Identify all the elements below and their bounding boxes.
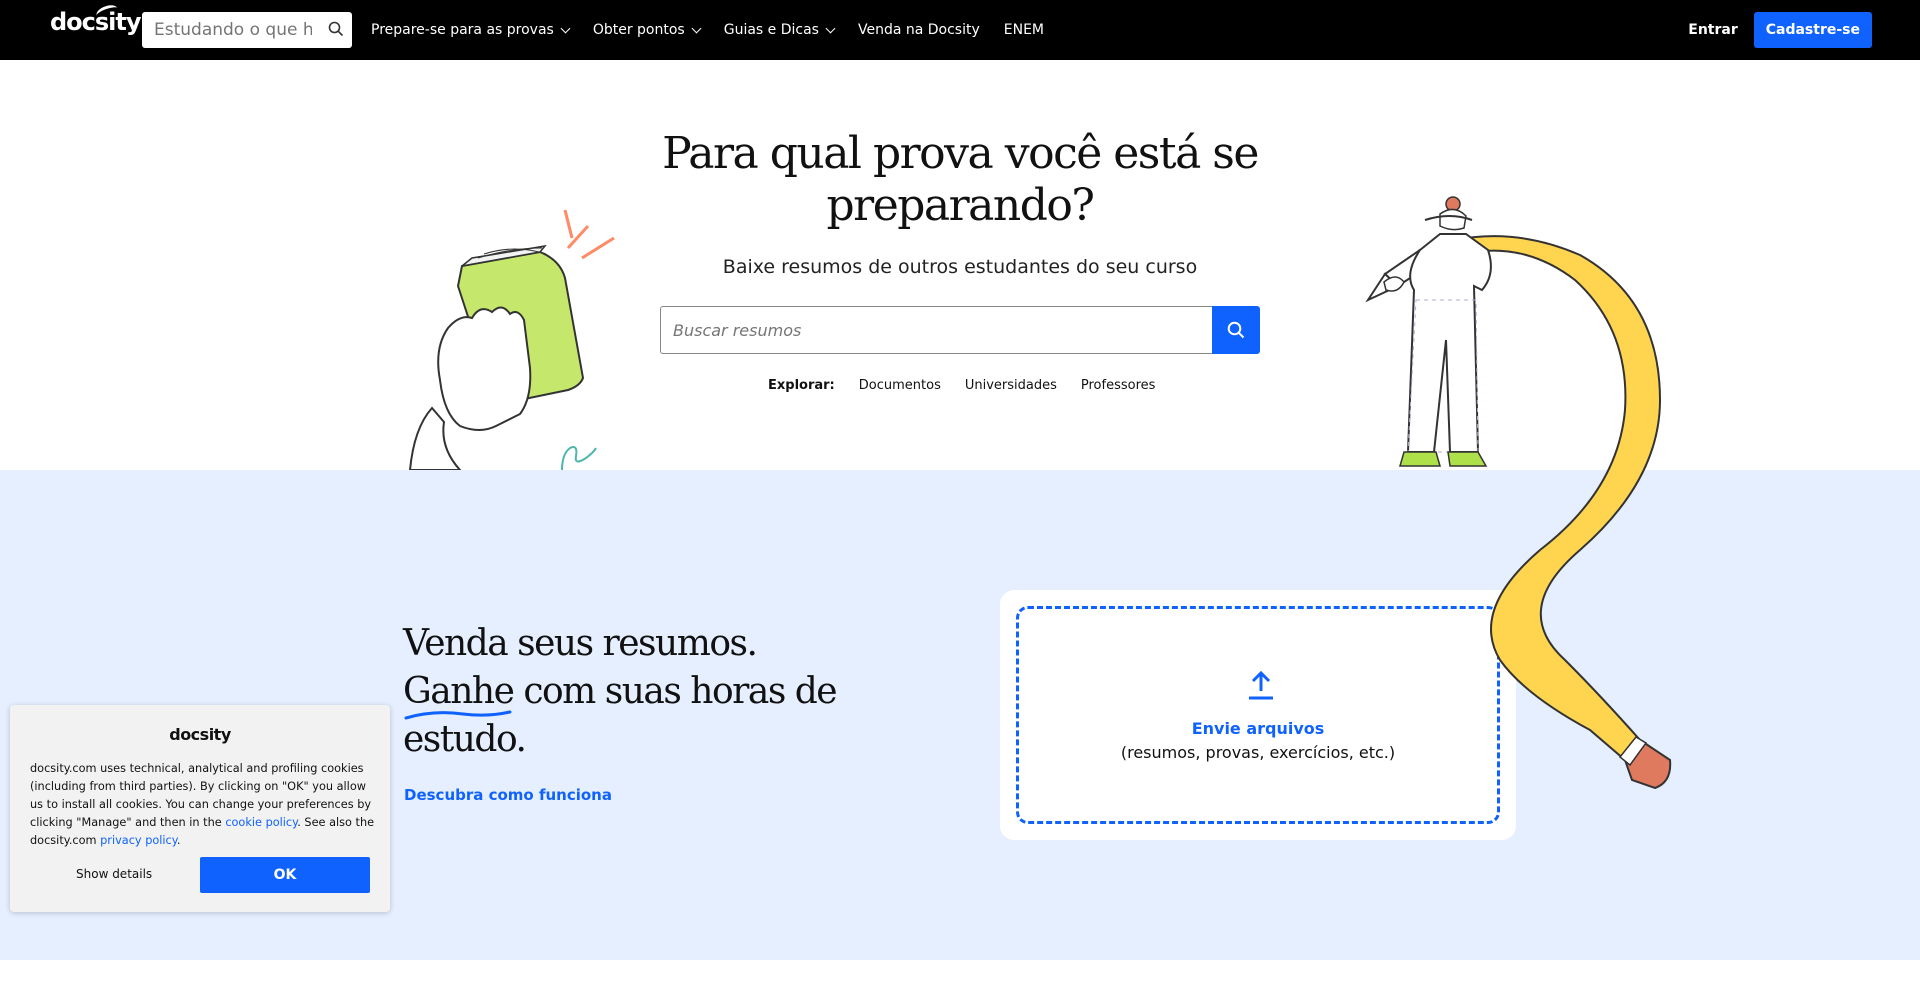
signup-button[interactable]: Cadastre-se [1753, 12, 1872, 48]
nav-search-box [142, 12, 352, 48]
nav-item-label: ENEM [1003, 22, 1045, 38]
hero-title-line2: preparando? [826, 180, 1096, 231]
hero-title-line1: Para qual prova você está se [662, 128, 1259, 179]
person-pencil-illustration [1365, 196, 1672, 790]
how-it-works-link[interactable]: Descubra como funciona [404, 786, 612, 804]
hero-search-input[interactable] [660, 306, 1212, 354]
explore-links: Explorar: Documentos Universidades Profe… [768, 378, 1179, 393]
search-icon [1227, 321, 1245, 339]
nav-item-label: Venda na Docsity [857, 22, 980, 38]
sell-title-line2-rest: com suas horas de [513, 671, 837, 712]
sell-title-line1: Venda seus resumos. [403, 623, 758, 664]
cookie-banner: docsity docsity.com uses technical, anal… [10, 705, 390, 912]
nav-item-label: Obter pontos [592, 22, 685, 38]
cookie-show-details[interactable]: Show details [76, 867, 152, 881]
nav-item-enem[interactable]: ENEM [1004, 22, 1044, 38]
explore-link-documents[interactable]: Documentos [859, 378, 941, 393]
nav-menu: Prepare-se para as provas Obter pontos G… [371, 0, 1068, 60]
nav-search-input[interactable] [142, 13, 312, 47]
hero-search-box [660, 306, 1260, 354]
cookie-text: docsity.com uses technical, analytical a… [30, 760, 375, 850]
nav-auth: Entrar Cadastre-se [1688, 12, 1872, 48]
privacy-policy-link[interactable]: privacy policy [100, 834, 177, 847]
chevron-down-icon [825, 23, 836, 33]
cookie-text-end: . [176, 834, 181, 847]
hero-search-button[interactable] [1212, 306, 1260, 354]
underline-stroke-icon [404, 710, 512, 720]
explore-link-professors[interactable]: Professores [1081, 378, 1156, 393]
hero-title: Para qual prova você está se preparando? [660, 128, 1260, 232]
sell-title-highlight: Ganhe [403, 671, 515, 712]
cookie-logo: docsity [169, 725, 231, 744]
cookie-ok-button[interactable]: OK [200, 857, 370, 893]
docsity-logo[interactable]: docsity [50, 8, 142, 36]
chevron-down-icon [560, 23, 571, 33]
upload-arrow-icon [1249, 670, 1273, 700]
nav-item-guides[interactable]: Guias e Dicas [723, 22, 836, 38]
explore-link-universities[interactable]: Universidades [965, 378, 1057, 393]
login-link[interactable]: Entrar [1688, 22, 1737, 38]
nav-item-label: Guias e Dicas [723, 22, 819, 38]
sell-title-line3: estudo. [403, 719, 527, 760]
explore-label: Explorar: [768, 378, 835, 393]
sell-title: Venda seus resumos. Ganhe com suas horas… [403, 620, 863, 764]
cookie-policy-link[interactable]: cookie policy [225, 816, 297, 829]
nav-item-points[interactable]: Obter pontos [592, 22, 702, 38]
search-icon[interactable] [328, 21, 344, 42]
nav-item-sell[interactable]: Venda na Docsity [858, 22, 980, 38]
chevron-down-icon [691, 23, 702, 33]
book-hand-illustration [408, 209, 615, 470]
nav-item-label: Prepare-se para as provas [371, 22, 554, 38]
nav-item-prepare[interactable]: Prepare-se para as provas [371, 22, 571, 38]
hero-subtitle: Baixe resumos de outros estudantes do se… [722, 256, 1198, 278]
top-navbar: docsity Prepare-se para as provas Obter … [0, 0, 1920, 60]
